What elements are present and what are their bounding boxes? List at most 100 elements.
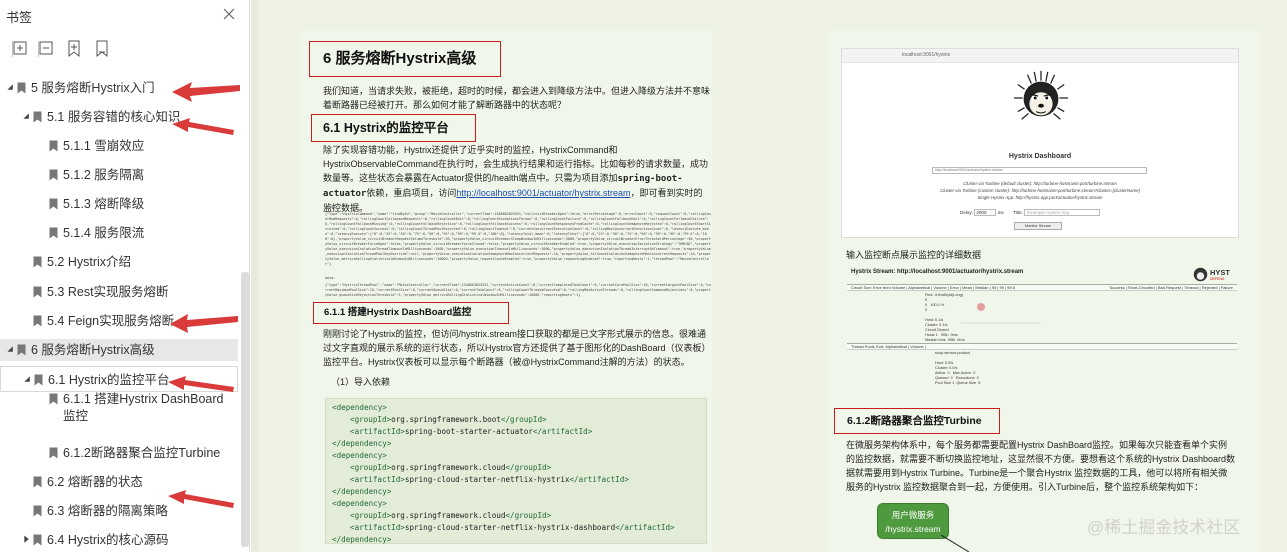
node-title: 用户微服务 [891,510,935,520]
xml-tag: <artifactId> [350,475,405,484]
sidebar-item-label: 6 服务熔断Hystrix高级 [31,343,155,357]
bookmark-icon [33,111,42,123]
caret-down-icon[interactable] [23,371,33,389]
sidebar-item[interactable]: 6.4 Hystrix的核心源码 [0,529,238,551]
sidebar-item-label: 5.1 服务容错的核心知识 [47,110,181,124]
document-view[interactable]: 6 服务熔断Hystrix高级 我们知道，当请求失败，被拒绝，超时的时候，都会进… [251,0,1287,552]
bookmark-icon [49,169,58,181]
annotation-arrow-icon [168,490,234,508]
code-line: <artifactId>spring-cloud-starter-netflix… [332,522,700,534]
stream-url-input[interactable]: http://localhost:9001/actuator/hystrix.s… [932,167,1147,174]
xml-tag: <artifactId> [350,427,405,436]
close-icon[interactable] [222,7,236,21]
caret-right-icon[interactable] [22,531,32,549]
stream-title: Hystrix Stream: http://localhost:9001/ac… [851,269,1024,275]
json-label: data: [325,276,336,280]
panel-title: 书签 [6,10,33,25]
code-line: <artifactId>spring-boot-starter-actuator… [332,426,700,438]
sidebar-item[interactable]: 5.1.4 服务限流 [0,222,238,244]
bookmark-icon [33,286,42,298]
hint-turbine-default: Cluster via Turbine (default cluster): h… [963,181,1117,186]
delay-input[interactable]: 2000 [974,209,997,216]
title-input[interactable]: Example Hystrix App [1024,209,1101,216]
annotation-arrow-icon [172,118,234,135]
xml-tag: </artifactId> [532,427,593,436]
hystrix-brand: HYST DEFEND [1193,267,1237,283]
heading-6: 6 服务熔断Hystrix高级 [309,41,501,77]
bookmark-icon [17,82,26,94]
code-line: <groupId>org.springframework.boot</group… [332,414,700,426]
code-line: <dependency> [332,450,700,462]
caret-down-icon[interactable] [6,341,16,359]
code-line: <artifactId>spring-cloud-starter-netflix… [332,474,700,486]
annotation-arrow-icon [170,314,238,333]
sidebar-item[interactable]: 5.1.3 熔断降级 [0,193,238,215]
xml-tag: <dependency> [332,499,387,508]
xml-value: spring-boot-starter-actuator [404,427,533,436]
sidebar-item[interactable]: 5.1.1 雪崩效应 [0,135,238,157]
sidebar-item[interactable]: 5.3 Rest实现服务熔断 [0,281,238,303]
expand-all-icon[interactable] [12,40,28,58]
thread-pool-card: shop.service.product Host: 0.0/s Cluster… [935,351,981,385]
browser-bar: localhost:9001/hystrix [842,49,1238,63]
splitter[interactable] [251,0,259,552]
sidebar-item-label: 6.1 Hystrix的监控平台 [48,373,170,387]
intro-paragraph: 我们知道，当请求失败，被拒绝，超时的时候，都会进入到降级方法中。但进入降级方法并… [323,86,711,110]
annotation-arrow-icon [172,82,240,102]
sidebar-item-label: 5.4 Feign实现服务熔断 [47,314,175,328]
circuit-card: Find...ll,findById(Long) 0 0 100.0 % 0 H… [925,293,965,347]
heading-6-1-2: 6.1.2断路器聚合监控Turbine [834,408,1000,434]
bookmark-icon[interactable] [94,40,110,58]
circuit-sort[interactable]: Circuit Sort: Error then Volume | Alphab… [851,285,1015,290]
collapse-all-icon[interactable] [38,40,54,58]
bookmark-icon [33,476,42,488]
thread-pool-header[interactable]: Thread Pools Sort: Alphabetical | Volume… [847,343,1237,350]
turbine-paragraph: 在微服务架构体系中，每个服务都需要配置Hystrix DashBoard监控。如… [846,440,1236,492]
code-line: <groupId>org.springframework.cloud</grou… [332,462,700,474]
hint-single-app: Single Hystrix App: http://hystrix-app:p… [977,195,1103,200]
bookmark-icon [17,344,26,356]
stream-caption: 输入监控断点展示监控的详细数据 [846,250,982,260]
step-label: （1）导入依赖 [331,377,391,387]
add-bookmark-icon[interactable] [66,40,82,58]
dashboard-paragraph: 刚刚讨论了Hystrix的监控，但访问/hystrix.stream接口获取的都… [323,329,711,367]
browser-url: localhost:9001/hystrix [902,52,951,58]
sidebar-item[interactable]: 6.1.2断路器聚合监控Turbine [0,442,238,464]
caret-down-icon[interactable] [22,108,32,126]
xml-tag: </artifactId> [615,523,675,532]
sidebar-item-label: 5.1.1 雪崩效应 [63,139,145,153]
pdf-reader-window: 书签 5 服务熔断Hystrix入门 5.1 服务容错的核心知识 5.1.1 雪崩效… [0,0,1287,552]
xml-value: org.springframework.cloud [391,511,506,520]
sidebar-item[interactable]: 5.1.2 服务隔离 [0,164,238,186]
bookmark-icon [49,198,58,210]
bookmark-icon [49,447,58,459]
json-command-data: {"type":"HystrixCommand","name":"findByI… [325,212,711,266]
code-line: <dependency> [332,402,700,414]
bookmark-icon [49,140,58,152]
xml-tag: </dependency> [332,487,392,496]
caret-down-icon[interactable] [6,79,16,97]
sidebar-item[interactable]: 6 服务熔断Hystrix高级 [0,339,238,361]
json-threadpool-data: {"type":"HystrixThreadPool","name":"Movi… [325,283,711,297]
code-line: <groupId>org.springframework.cloud</grou… [332,510,700,522]
sidebar-item-label-cont: 监控 [63,409,89,423]
xml-tag: </groupId> [500,415,547,424]
title-label: Title: [1013,210,1023,215]
delay-label: Delay: [960,210,974,215]
monitor-stream-button[interactable]: Monitor Stream [1014,222,1062,230]
user-service-node: 用户微服务 /hystrix.stream [877,503,949,539]
brand-sub: DEFEND [1210,277,1225,281]
xml-tag: <dependency> [332,451,387,460]
xml-tag: <dependency> [332,403,387,412]
json-label: data: [325,205,336,209]
sidebar-item-label: 5.1.4 服务限流 [63,226,145,240]
stream-link[interactable]: http://localhost:9001/actuator/hystrix.s… [456,188,630,198]
xml-tag: </dependency> [332,439,392,448]
xml-value: org.springframework.cloud [391,463,506,472]
sidebar-scrollbar[interactable] [241,272,249,547]
sidebar-item[interactable]: 5.2 Hystrix介绍 [0,251,238,273]
xml-tag: </groupId> [505,463,552,472]
dashboard-title: Hystrix Dashboard [1008,153,1072,160]
code-line: </dependency> [332,438,700,450]
circuit-header: Circuit Sort: Error then Volume | Alphab… [847,284,1237,291]
